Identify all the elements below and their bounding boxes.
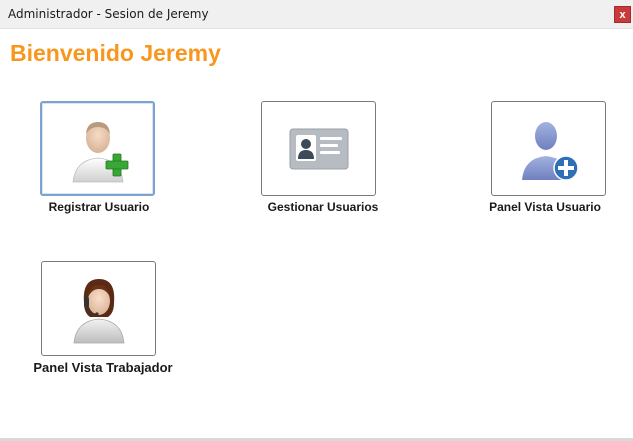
user-plus-circle-icon xyxy=(521,121,579,181)
user-add-icon xyxy=(72,121,128,182)
registrar-usuario-button[interactable] xyxy=(40,101,155,196)
window-title: Administrador - Sesion de Jeremy xyxy=(8,7,209,21)
id-card-icon xyxy=(289,128,348,169)
close-button[interactable]: x xyxy=(614,6,631,23)
panel-vista-trabajador-button[interactable] xyxy=(41,261,156,356)
worker-headset-icon xyxy=(73,278,124,343)
welcome-heading: Bienvenido Jeremy xyxy=(10,40,221,66)
registrar-usuario-label: Registrar Usuario xyxy=(48,200,150,214)
gestionar-usuarios-button[interactable] xyxy=(261,101,376,196)
gestionar-usuarios-label: Gestionar Usuarios xyxy=(267,200,379,214)
panel-vista-trabajador-label: Panel Vista Trabajador xyxy=(33,360,173,375)
panel-vista-usuario-button[interactable] xyxy=(491,101,606,196)
title-bar: Administrador - Sesion de Jeremy x xyxy=(0,0,633,29)
panel-vista-usuario-label: Panel Vista Usuario xyxy=(489,200,601,214)
